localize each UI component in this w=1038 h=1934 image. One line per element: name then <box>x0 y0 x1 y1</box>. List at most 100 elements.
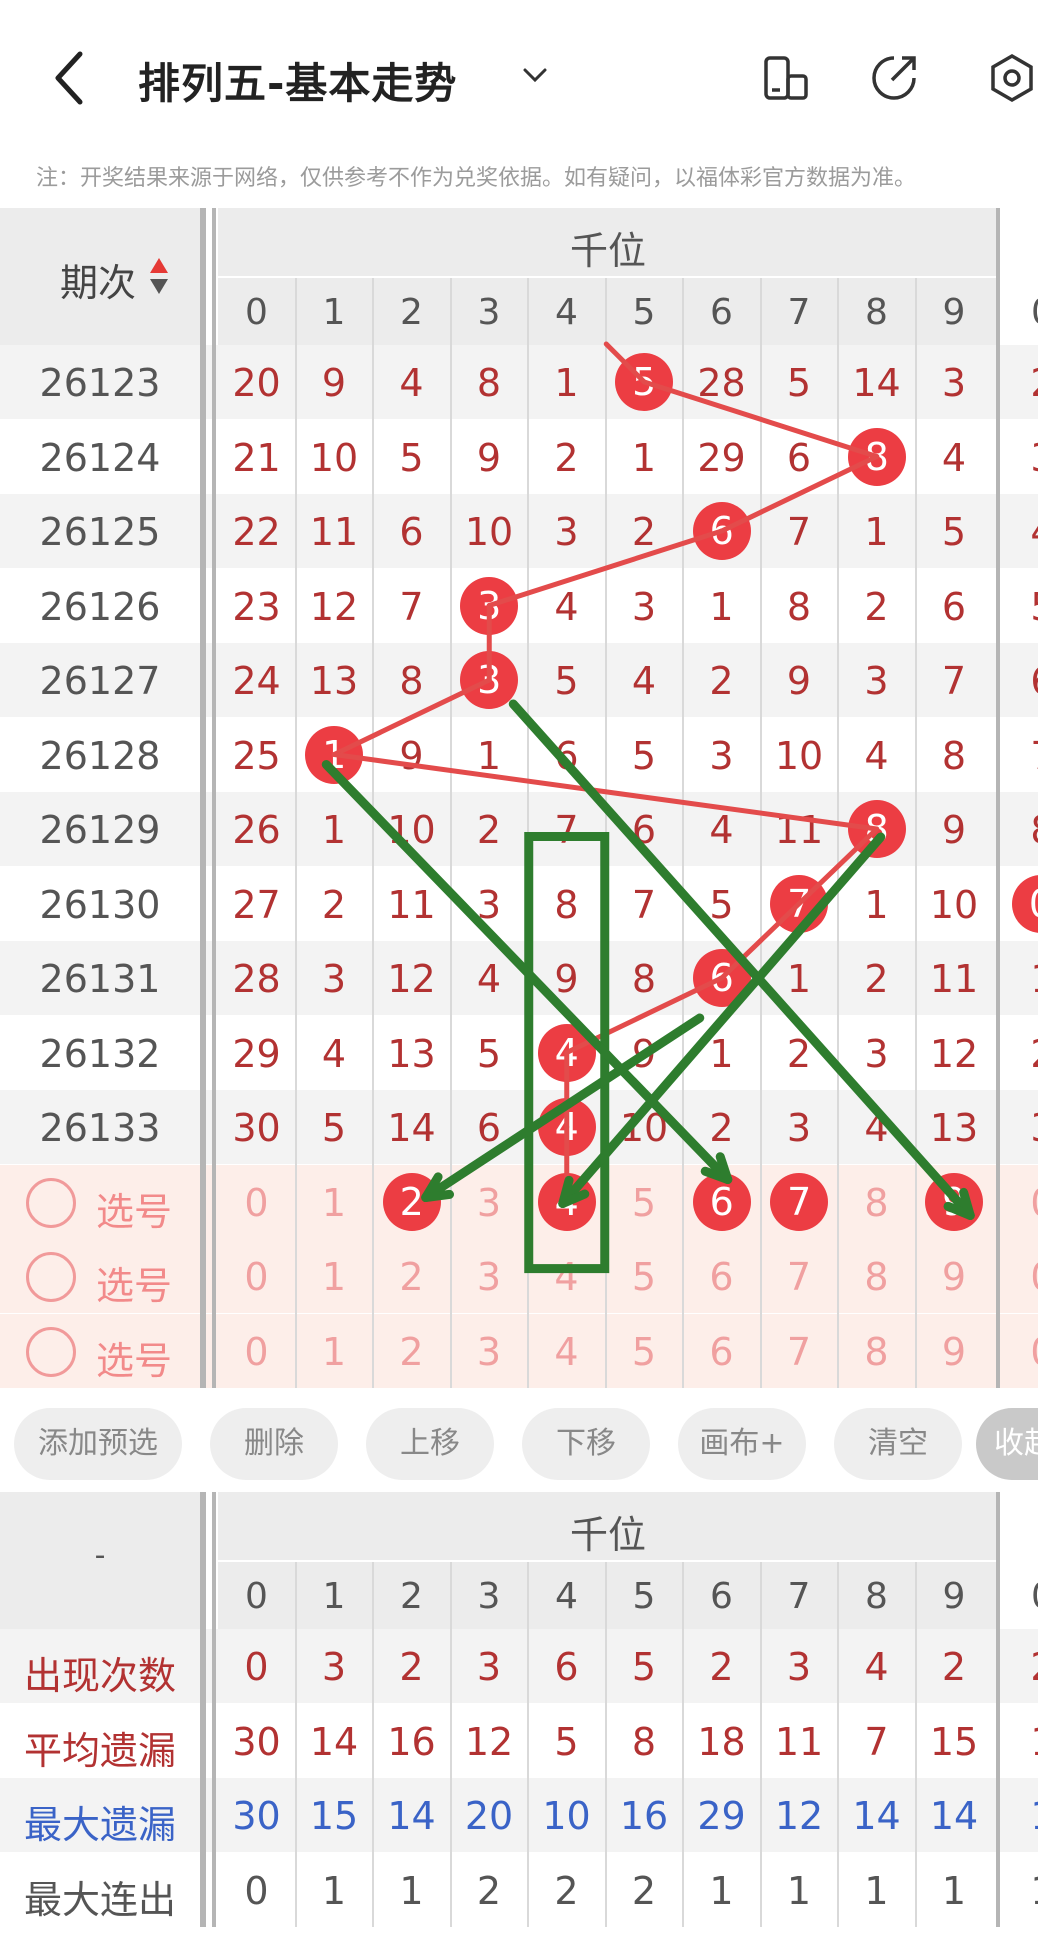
stats-column-divider <box>996 1492 1000 1927</box>
next-group-cell: 4 <box>1004 510 1038 554</box>
miss-count-cell: 13 <box>387 1031 436 1076</box>
winning-ball: 6 <box>692 502 751 560</box>
pick-cell[interactable]: 0 <box>218 1181 295 1225</box>
selected-pick-ball[interactable]: 2 <box>382 1172 441 1231</box>
next-group-pick-cell[interactable]: 0 <box>1004 1330 1038 1374</box>
miss-count-cell: 1 <box>554 361 579 405</box>
miss-count-cell: 3 <box>554 510 579 554</box>
digit-header: 5 <box>632 292 656 333</box>
selected-pick-ball[interactable]: 9 <box>925 1172 984 1231</box>
miss-count-cell: 8 <box>476 361 502 405</box>
stats-cell-divider <box>294 1562 297 1927</box>
miss-count-cell: 5 <box>941 510 967 554</box>
miss-count-cell: 5 <box>786 361 812 405</box>
pick-cell[interactable]: 3 <box>451 1255 528 1299</box>
layout-switch-icon[interactable] <box>760 52 812 104</box>
pick-cell[interactable]: 9 <box>916 1255 993 1299</box>
stats-cell-divider <box>604 1562 607 1927</box>
miss-count-cell: 4 <box>864 1106 889 1150</box>
period-number: 26130 <box>39 882 161 927</box>
pick-label[interactable]: 选号 <box>96 1255 172 1310</box>
pick-cell[interactable]: 4 <box>528 1330 605 1374</box>
miss-count-cell: 3 <box>864 1031 889 1076</box>
canvas-add-button[interactable]: 画布+ <box>678 1408 806 1480</box>
miss-count-cell: 1 <box>864 510 889 554</box>
pick-cell[interactable]: 1 <box>296 1181 373 1225</box>
stats-value: 10 <box>542 1794 591 1838</box>
pick-cell[interactable]: 1 <box>296 1255 373 1299</box>
pick-label[interactable]: 选号 <box>96 1181 172 1236</box>
clear-button[interactable]: 清空 <box>834 1408 962 1480</box>
pick-cell[interactable]: 3 <box>451 1330 528 1374</box>
move-down-button[interactable]: 下移 <box>522 1408 650 1480</box>
pick-cell[interactable]: 6 <box>683 1255 760 1299</box>
collapse-button[interactable]: 收起 <box>976 1408 1038 1480</box>
back-arrow-icon[interactable] <box>48 48 88 108</box>
draw-row: 2612421105921296843 <box>0 420 1038 494</box>
selected-pick-ball[interactable]: 4 <box>537 1172 596 1231</box>
miss-count-cell: 5 <box>476 1031 502 1076</box>
pick-cell[interactable]: 8 <box>838 1181 915 1225</box>
miss-count-cell: 2 <box>786 1031 812 1076</box>
miss-count-cell: 14 <box>387 1106 436 1150</box>
pick-cell[interactable]: 5 <box>606 1181 683 1225</box>
miss-count-cell: 20 <box>232 361 281 405</box>
winning-ball: 3 <box>460 651 519 709</box>
delete-button[interactable]: 删除 <box>210 1408 338 1480</box>
period-header[interactable]: 期次 <box>0 208 200 345</box>
column-divider <box>200 208 206 1388</box>
miss-count-cell: 7 <box>631 882 657 927</box>
stats-value: 2 <box>399 1645 424 1689</box>
pick-cell[interactable]: 7 <box>761 1255 838 1299</box>
pick-cell[interactable]: 3 <box>451 1181 528 1225</box>
pick-cell[interactable]: 7 <box>761 1330 838 1374</box>
sort-icon[interactable] <box>148 256 170 296</box>
move-up-button[interactable]: 上移 <box>366 1408 494 1480</box>
stats-column-divider <box>212 1492 216 1927</box>
settings-icon[interactable] <box>986 52 1038 104</box>
stats-value: 5 <box>631 1645 657 1689</box>
pick-cell[interactable]: 5 <box>606 1255 683 1299</box>
pick-row: 选号01234567890 <box>0 1239 1038 1313</box>
pick-cell[interactable]: 8 <box>838 1330 915 1374</box>
pick-cell[interactable]: 6 <box>683 1330 760 1374</box>
stats-digit-header: 6 <box>710 1576 733 1617</box>
stats-value: 12 <box>464 1719 514 1764</box>
stats-value: 2 <box>631 1868 657 1913</box>
miss-count-cell: 30 <box>232 1106 281 1150</box>
add-preselect-button[interactable]: 添加预选 <box>14 1408 182 1480</box>
miss-count-cell: 1 <box>709 584 734 629</box>
next-group-pick-cell[interactable]: 0 <box>1004 1255 1038 1299</box>
selected-pick-ball[interactable]: 6 <box>692 1172 751 1231</box>
pick-radio[interactable] <box>26 1252 76 1302</box>
winning-ball: 4 <box>537 1098 596 1156</box>
pick-cell[interactable]: 1 <box>296 1330 373 1374</box>
stats-cell-divider <box>914 1562 917 1927</box>
miss-count-cell: 9 <box>786 659 812 703</box>
period-number: 26123 <box>39 361 161 405</box>
pick-cell[interactable]: 0 <box>218 1330 295 1374</box>
stats-value: 2 <box>476 1868 502 1913</box>
pick-cell[interactable]: 2 <box>373 1255 450 1299</box>
pick-radio[interactable] <box>26 1177 76 1228</box>
pick-cell[interactable]: 5 <box>606 1330 683 1374</box>
next-group-digit-header: 0 <box>1004 292 1038 333</box>
stats-value: 14 <box>309 1719 359 1764</box>
digit-header: 4 <box>555 292 578 333</box>
next-group-pick-cell[interactable]: 0 <box>1004 1181 1038 1225</box>
miss-count-cell: 4 <box>399 361 424 405</box>
pick-cell[interactable]: 9 <box>916 1330 993 1374</box>
selected-pick-ball[interactable]: 7 <box>770 1172 829 1231</box>
pick-cell[interactable]: 4 <box>528 1255 605 1299</box>
chevron-down-icon[interactable] <box>520 60 550 90</box>
pick-cell[interactable]: 2 <box>373 1330 450 1374</box>
miss-count-cell: 6 <box>631 808 657 852</box>
stats-digit-header: 0 1 2 3 4 5 6 7 8 9 <box>218 1562 998 1629</box>
pick-radio[interactable] <box>26 1326 76 1377</box>
share-icon[interactable] <box>868 52 920 104</box>
winning-ball: 3 <box>460 576 519 635</box>
miss-count-cell: 3 <box>786 1106 812 1150</box>
pick-label[interactable]: 选号 <box>96 1330 172 1385</box>
pick-cell[interactable]: 8 <box>838 1255 915 1299</box>
pick-cell[interactable]: 0 <box>218 1255 295 1299</box>
